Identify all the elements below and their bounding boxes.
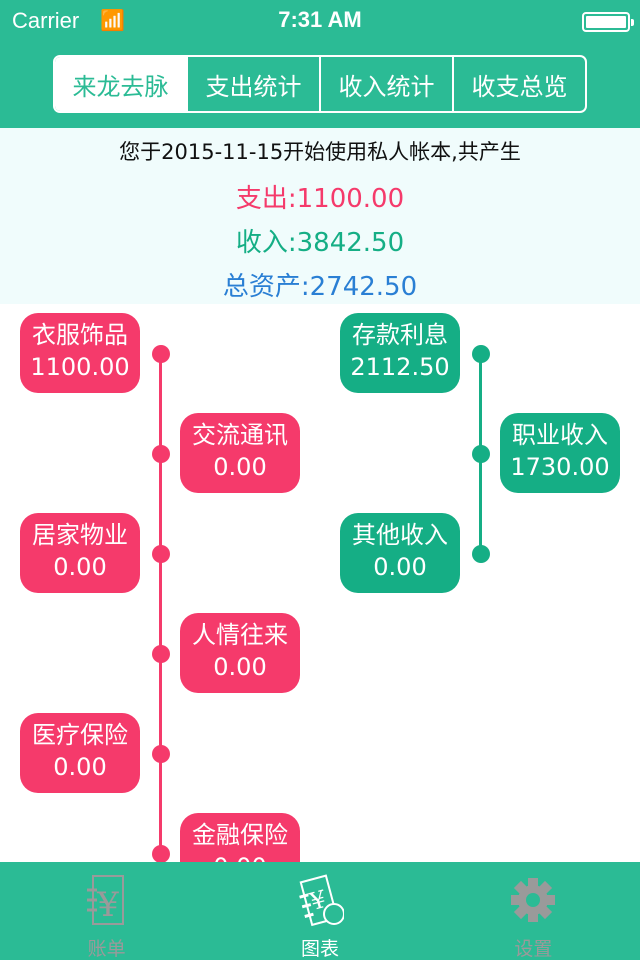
expense-timeline-line xyxy=(159,354,162,864)
tab-ledger-label: 账单 xyxy=(87,938,126,960)
tab-settings[interactable]: 设置 xyxy=(427,862,640,960)
expense_items-dot xyxy=(152,745,170,763)
category-name: 其他收入 xyxy=(352,521,448,549)
category-name: 医疗保险 xyxy=(32,721,128,749)
summary-total: 总资产:2742.50 xyxy=(222,272,418,302)
category-name: 存款利息 xyxy=(352,321,448,349)
expense_items-card[interactable]: 居家物业 0.00 xyxy=(20,513,140,593)
category-amount: 1100.00 xyxy=(30,353,130,381)
category-amount: 0.00 xyxy=(213,653,267,681)
segmented-control: 来龙去脉 支出统计 收入统计 收支总览 xyxy=(53,55,587,113)
category-name: 金融保险 xyxy=(192,821,288,849)
expense_items-card[interactable]: 医疗保险 0.00 xyxy=(20,713,140,793)
summary-intro: 您于2015-11-15开始使用私人帐本,共产生 xyxy=(119,140,521,164)
category-amount: 0.00 xyxy=(373,553,427,581)
summary-expense: 支出:1100.00 xyxy=(235,184,405,214)
gear-icon xyxy=(511,878,556,922)
tab-bar: ¥ 账单 ¥ 图表 设置 xyxy=(0,862,640,960)
income_items-card[interactable]: 其他收入 0.00 xyxy=(340,513,460,593)
tab-settings-label: 设置 xyxy=(514,938,553,960)
segment-origin[interactable]: 来龙去脉 xyxy=(55,57,186,111)
segment-overview[interactable]: 收支总览 xyxy=(452,57,585,111)
tab-charts-label: 图表 xyxy=(300,938,339,960)
category-name: 衣服饰品 xyxy=(32,321,128,349)
status-bar: Carrier 📶 7:31 AM xyxy=(0,0,640,40)
income_items-dot xyxy=(472,345,490,363)
summary-income: 收入:3842.50 xyxy=(235,228,405,258)
tab-charts[interactable]: ¥ 图表 xyxy=(213,862,426,960)
expense_items-dot xyxy=(152,845,170,863)
expense_items-dot xyxy=(152,445,170,463)
category-amount: 1730.00 xyxy=(510,453,610,481)
segment-expense-stats[interactable]: 支出统计 xyxy=(186,57,319,111)
battery-icon xyxy=(582,12,634,32)
category-name: 居家物业 xyxy=(32,521,128,549)
summary-panel: 您于2015-11-15开始使用私人帐本,共产生 支出:1100.00 收入:3… xyxy=(0,128,640,304)
category-amount: 0.00 xyxy=(213,453,267,481)
chart-ledger-icon: ¥ xyxy=(299,874,344,927)
income_items-dot xyxy=(472,445,490,463)
svg-text:¥: ¥ xyxy=(96,885,119,925)
expense_items-dot xyxy=(152,345,170,363)
expense_items-dot xyxy=(152,645,170,663)
income_items-dot xyxy=(472,545,490,563)
category-amount: 0.00 xyxy=(53,553,107,581)
expense_items-card[interactable]: 人情往来 0.00 xyxy=(180,613,300,693)
tab-ledger[interactable]: ¥ 账单 xyxy=(0,862,213,960)
category-name: 职业收入 xyxy=(512,421,608,449)
income_items-card[interactable]: 存款利息 2112.50 xyxy=(340,313,460,393)
expense_items-card[interactable]: 衣服饰品 1100.00 xyxy=(20,313,140,393)
segment-income-stats[interactable]: 收入统计 xyxy=(319,57,452,111)
clock: 7:31 AM xyxy=(278,7,362,32)
header: Carrier 📶 7:31 AM 来龙去脉 支出统计 收入统计 收支总览 xyxy=(0,0,640,128)
expense_items-dot xyxy=(152,545,170,563)
income_items-card[interactable]: 职业收入 1730.00 xyxy=(500,413,620,493)
category-amount: 2112.50 xyxy=(350,353,450,381)
category-amount: 0.00 xyxy=(53,753,107,781)
category-name: 交流通讯 xyxy=(192,421,288,449)
category-name: 人情往来 xyxy=(192,621,288,649)
expense_items-card[interactable]: 交流通讯 0.00 xyxy=(180,413,300,493)
ledger-yen-icon: ¥ xyxy=(86,875,124,925)
